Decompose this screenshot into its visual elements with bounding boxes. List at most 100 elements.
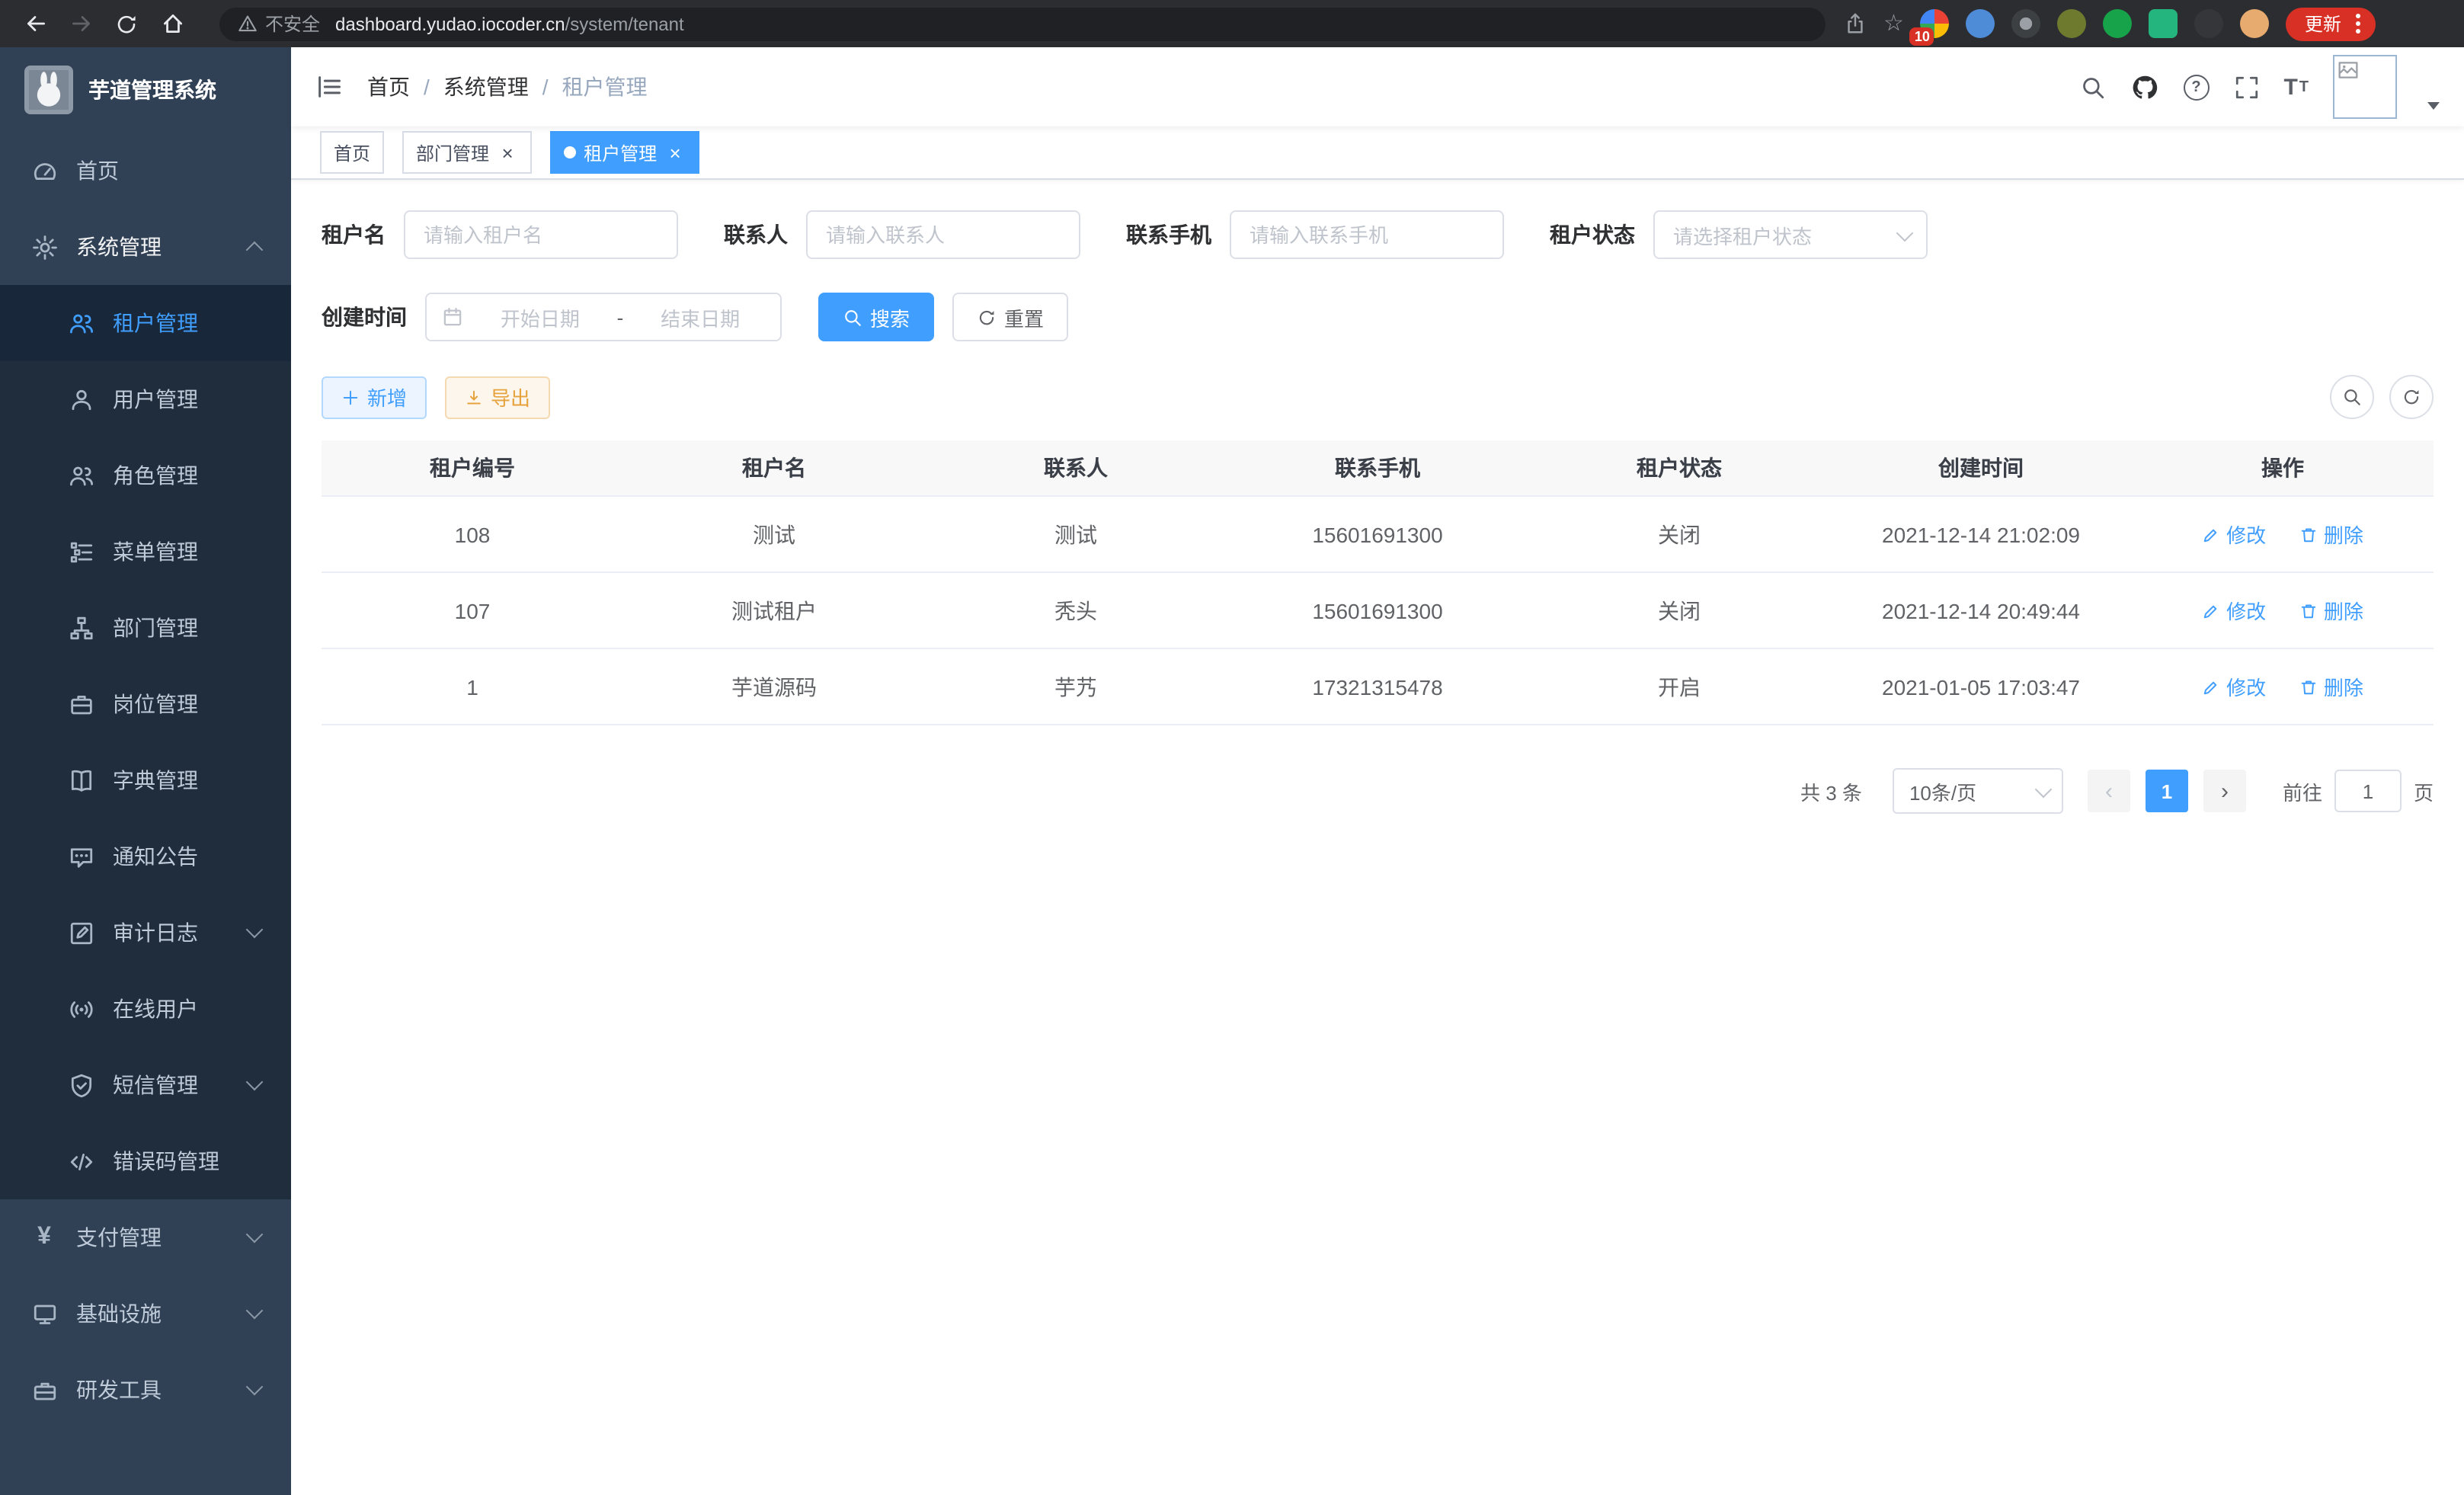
chevron-down-icon — [246, 1074, 264, 1091]
sidebar-logo[interactable]: 芋道管理系统 — [0, 47, 291, 133]
sidebar-item-online-user[interactable]: 在线用户 — [0, 971, 291, 1047]
prev-page-button[interactable]: ‹ — [2088, 770, 2130, 812]
share-icon[interactable] — [1844, 12, 1867, 35]
tools-icon — [30, 1376, 58, 1404]
chevron-up-icon — [246, 242, 264, 259]
delete-link[interactable]: 删除 — [2299, 596, 2363, 625]
contact-input[interactable] — [806, 210, 1080, 259]
sidebar-item-role[interactable]: 角色管理 — [0, 437, 291, 514]
sidebar-item-payment[interactable]: ¥ 支付管理 — [0, 1199, 291, 1276]
extension-icon-paw[interactable] — [2195, 9, 2224, 38]
cell-contact: 测试 — [925, 496, 1227, 572]
header-search-button[interactable] — [2079, 74, 2105, 100]
sidebar-item-post[interactable]: 岗位管理 — [0, 666, 291, 742]
reset-button[interactable]: 重置 — [952, 293, 1068, 341]
sidebar-item-user[interactable]: 用户管理 — [0, 361, 291, 437]
page-number-1[interactable]: 1 — [2146, 770, 2188, 812]
forward-button[interactable] — [61, 4, 101, 43]
sidebar-item-dict[interactable]: 字典管理 — [0, 742, 291, 818]
page-size-select[interactable]: 10条/页 — [1893, 768, 2063, 814]
download-icon — [465, 388, 483, 406]
help-icon[interactable]: ? — [2183, 74, 2209, 100]
edit-link[interactable]: 修改 — [2202, 520, 2266, 549]
tenant-users-icon — [67, 309, 94, 337]
date-range-picker[interactable]: 开始日期 - 结束日期 — [425, 293, 782, 341]
sidebar-item-audit-log[interactable]: 审计日志 — [0, 895, 291, 971]
export-button[interactable]: 导出 — [445, 376, 550, 418]
cell-status: 关闭 — [1528, 496, 1830, 572]
sidebar-item-label: 菜单管理 — [113, 536, 198, 567]
breadcrumb-system[interactable]: 系统管理 — [443, 72, 529, 102]
browser-update-button[interactable]: 更新 — [2286, 7, 2376, 40]
next-page-button[interactable]: › — [2203, 770, 2246, 812]
fullscreen-button[interactable] — [2233, 74, 2259, 100]
extension-icon-green[interactable] — [2104, 9, 2133, 38]
close-icon[interactable]: × — [497, 142, 518, 163]
sidebar-item-dept[interactable]: 部门管理 — [0, 590, 291, 666]
bookmark-star-icon[interactable]: ☆ — [1883, 12, 1904, 35]
goto-page-input[interactable] — [2334, 770, 2402, 812]
toggle-search-button[interactable] — [2330, 375, 2374, 419]
sidebar: 芋道管理系统 首页 系统管理 租户管理 用户管理 — [0, 47, 291, 1495]
broken-image-icon — [2338, 59, 2359, 81]
sidebar-item-label: 基础设施 — [76, 1298, 162, 1329]
sidebar-item-sms[interactable]: 短信管理 — [0, 1047, 291, 1123]
cell-id: 107 — [322, 572, 623, 648]
extension-icon-olive[interactable] — [2058, 9, 2087, 38]
refresh-table-button[interactable] — [2389, 375, 2434, 419]
sidebar-item-system[interactable]: 系统管理 — [0, 209, 291, 285]
sidebar-collapse-button[interactable] — [315, 73, 343, 101]
github-button[interactable] — [2130, 72, 2158, 101]
sidebar-item-dev-tools[interactable]: 研发工具 — [0, 1352, 291, 1428]
sidebar-item-notice[interactable]: 通知公告 — [0, 818, 291, 895]
column-header: 创建时间 — [1830, 440, 2132, 496]
phone-input[interactable] — [1230, 210, 1504, 259]
close-icon[interactable]: × — [664, 142, 686, 163]
security-warning[interactable]: 不安全 — [238, 11, 320, 37]
sidebar-item-infra[interactable]: 基础设施 — [0, 1276, 291, 1352]
breadcrumb-home[interactable]: 首页 — [367, 72, 410, 102]
refresh-button[interactable] — [107, 4, 146, 43]
search-icon — [2079, 74, 2105, 100]
sidebar-item-error-code[interactable]: 错误码管理 — [0, 1123, 291, 1199]
online-signal-icon — [67, 995, 94, 1023]
tab-home[interactable]: 首页 — [320, 131, 384, 174]
address-bar[interactable]: 不安全 dashboard.yudao.iocoder.cn/system/te… — [219, 7, 1826, 40]
back-button[interactable] — [15, 4, 55, 43]
delete-link[interactable]: 删除 — [2299, 672, 2363, 701]
profile-avatar-icon[interactable] — [2241, 9, 2270, 38]
font-size-button[interactable]: T T — [2283, 75, 2309, 98]
extension-icon-blue[interactable] — [1966, 9, 1995, 38]
status-select-placeholder: 请选择租户状态 — [1673, 220, 1899, 249]
filter-row-2: 创建时间 开始日期 - 结束日期 搜索 重置 — [322, 293, 2434, 341]
app-header: 首页 / 系统管理 / 租户管理 ? — [291, 47, 2464, 126]
sidebar-item-home[interactable]: 首页 — [0, 133, 291, 209]
add-button[interactable]: 新增 — [322, 376, 427, 418]
tab-dept[interactable]: 部门管理 × — [402, 131, 532, 174]
dict-book-icon — [67, 767, 94, 794]
security-label: 不安全 — [265, 11, 320, 37]
user-avatar[interactable] — [2333, 55, 2397, 119]
extension-icon-dots[interactable]: 10 — [1921, 9, 1950, 38]
extension-icon-camera[interactable] — [2012, 9, 2041, 38]
hamburger-icon — [315, 73, 343, 101]
home-button[interactable] — [152, 4, 192, 43]
sidebar-item-tenant[interactable]: 租户管理 — [0, 285, 291, 361]
org-tree-icon — [67, 614, 94, 642]
refresh-icon — [977, 307, 997, 327]
font-size-large-icon: T — [2283, 75, 2297, 98]
delete-link[interactable]: 删除 — [2299, 520, 2363, 549]
status-select[interactable]: 请选择租户状态 — [1653, 210, 1928, 259]
sidebar-item-label: 首页 — [76, 155, 119, 186]
chevron-down-icon — [246, 1378, 264, 1396]
sidebar-item-menu[interactable]: 菜单管理 — [0, 514, 291, 590]
cell-phone: 15601691300 — [1227, 572, 1528, 648]
tenant-name-input[interactable] — [404, 210, 678, 259]
tab-tenant[interactable]: 租户管理 × — [550, 131, 699, 174]
search-button[interactable]: 搜索 — [818, 293, 934, 341]
caret-down-icon[interactable] — [2427, 102, 2440, 110]
edit-link[interactable]: 修改 — [2202, 596, 2266, 625]
edit-link[interactable]: 修改 — [2202, 672, 2266, 701]
delete-label: 删除 — [2324, 596, 2363, 625]
extension-icon-chat[interactable] — [2149, 9, 2178, 38]
